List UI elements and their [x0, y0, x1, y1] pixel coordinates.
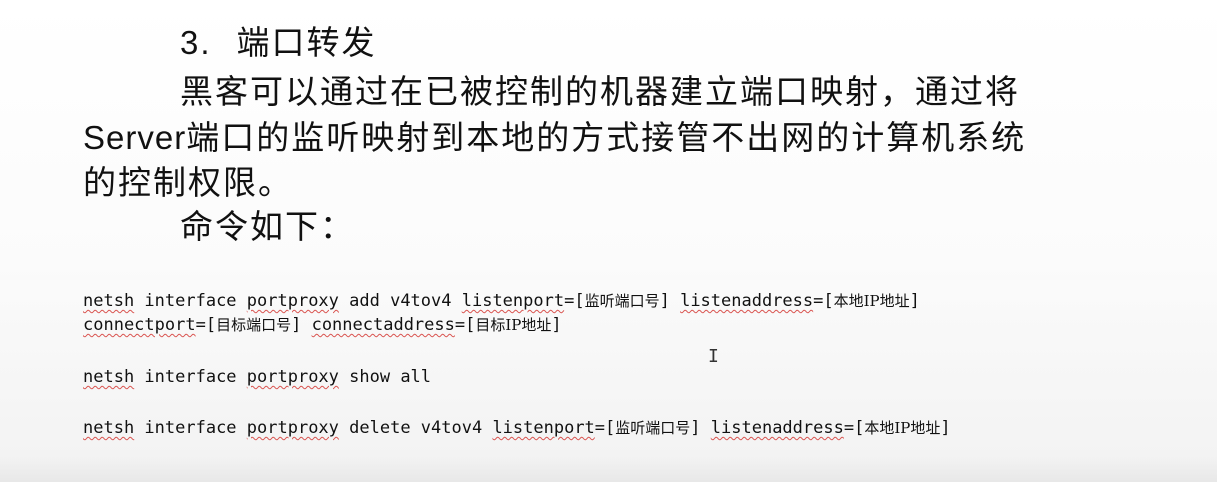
slide: 3. 端口转发 黑客可以通过在已被控制的机器建立端口映射，通过将 Server端…: [0, 0, 1217, 482]
param-listenaddress: listenaddress: [710, 418, 844, 438]
value-listen-port: 监听端口号: [615, 419, 691, 437]
command-add-line-2: connectport=[目标端口号] connectaddress=[目标IP…: [83, 314, 562, 336]
command-add-line-1: netsh interface portproxy add v4tov4 lis…: [83, 290, 920, 312]
section-heading: 3. 端口转发: [180, 22, 377, 64]
command-delete: netsh interface portproxy delete v4tov4 …: [83, 417, 951, 439]
code-text: ]: [551, 315, 562, 335]
code-text: ]: [659, 291, 681, 311]
value-listen-port: 监听端口号: [584, 292, 660, 310]
code-text: add v4tov4: [338, 291, 462, 311]
code-text: =[: [843, 418, 865, 438]
param-connectaddress: connectaddress: [311, 315, 455, 335]
code-text: interface: [134, 418, 247, 438]
param-listenport: listenport: [461, 291, 565, 311]
heading-title: 端口转发: [236, 23, 377, 62]
code-text: interface: [134, 291, 247, 311]
code-text: ]: [940, 418, 951, 438]
param-listenaddress: listenaddress: [680, 291, 814, 311]
code-text: =[: [454, 315, 476, 335]
value-target-ip: 目标IP地址: [475, 316, 552, 334]
code-text: =[: [594, 418, 616, 438]
code-text: ]: [909, 291, 920, 311]
paragraph-line-2: Server端口的监听映射到本地的方式接管不出网的计算机系统: [83, 117, 1026, 159]
cmd-netsh: netsh: [83, 418, 135, 438]
code-text: delete v4tov4: [338, 418, 493, 438]
code-text: ]: [291, 315, 312, 335]
cmd-netsh: netsh: [83, 291, 135, 311]
param-connectport: connectport: [83, 315, 196, 335]
cmd-portproxy: portproxy: [246, 291, 339, 311]
commands-intro: 命令如下：: [180, 207, 355, 246]
paragraph-line-1: 黑客可以通过在已被控制的机器建立端口映射，通过将: [180, 72, 1020, 111]
code-text: interface: [134, 367, 247, 387]
paragraph-line-3: 的控制权限。: [83, 163, 293, 202]
heading-number: 3.: [180, 24, 212, 61]
param-listenport: listenport: [492, 418, 595, 438]
code-text: show all: [338, 367, 432, 387]
value-local-ip: 本地IP地址: [864, 419, 941, 437]
code-text: =[: [195, 315, 217, 335]
cmd-portproxy: portproxy: [246, 418, 339, 438]
text-cursor-icon: I: [708, 346, 719, 367]
value-local-ip: 本地IP地址: [833, 292, 910, 310]
paragraph-line-2-text: 端口的监听映射到本地的方式接管不出网的计算机系统: [186, 118, 1027, 157]
code-text: =[: [813, 291, 834, 311]
code-text: =[: [564, 291, 585, 311]
cmd-netsh: netsh: [83, 367, 135, 387]
value-target-port: 目标端口号: [216, 316, 292, 334]
command-show: netsh interface portproxy show all: [83, 366, 431, 388]
cmd-portproxy: portproxy: [246, 367, 339, 387]
paragraph-server-word: Server: [83, 119, 187, 156]
code-text: ]: [690, 418, 711, 438]
